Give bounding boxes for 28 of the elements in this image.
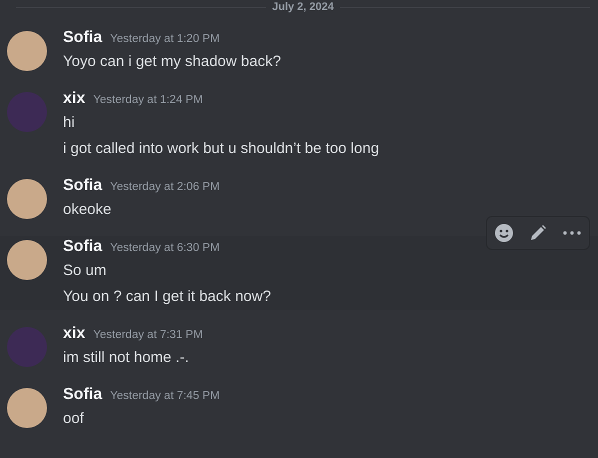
pencil-icon[interactable] (529, 224, 547, 242)
username[interactable]: xix (63, 90, 86, 108)
timestamp: Yesterday at 7:45 PM (110, 390, 220, 402)
more-icon[interactable] (563, 231, 581, 235)
username[interactable]: xix (63, 325, 86, 343)
message-text: Yoyo can i get my shadow back? (63, 52, 281, 72)
message-text: So um (63, 261, 108, 281)
message-text: You on ? can I get it back now? (63, 287, 271, 307)
username[interactable]: Sofia (63, 238, 102, 256)
message-text: okeoke (63, 200, 112, 220)
username[interactable]: Sofia (63, 177, 102, 195)
emoji-icon[interactable] (494, 223, 514, 243)
username[interactable]: Sofia (63, 386, 102, 404)
message-text: i got called into work but u shouldn’t be too long (63, 139, 380, 159)
timestamp: Yesterday at 6:30 PM (110, 242, 220, 254)
avatar-circle[interactable] (7, 388, 47, 428)
timestamp: Yesterday at 1:20 PM (110, 33, 220, 45)
message-text: oof (63, 409, 85, 429)
message-text: im still not home .-. (63, 348, 190, 368)
date-divider: July 2, 2024 (272, 1, 334, 13)
timestamp: Yesterday at 1:24 PM (93, 94, 203, 106)
timestamp: Yesterday at 2:06 PM (110, 181, 220, 193)
avatar-circle[interactable] (7, 240, 47, 280)
timestamp: Yesterday at 7:31 PM (93, 329, 203, 341)
avatar-circle[interactable] (7, 179, 47, 219)
message-text: hi (63, 113, 76, 133)
avatar-circle[interactable] (7, 31, 47, 71)
username[interactable]: Sofia (63, 29, 102, 47)
